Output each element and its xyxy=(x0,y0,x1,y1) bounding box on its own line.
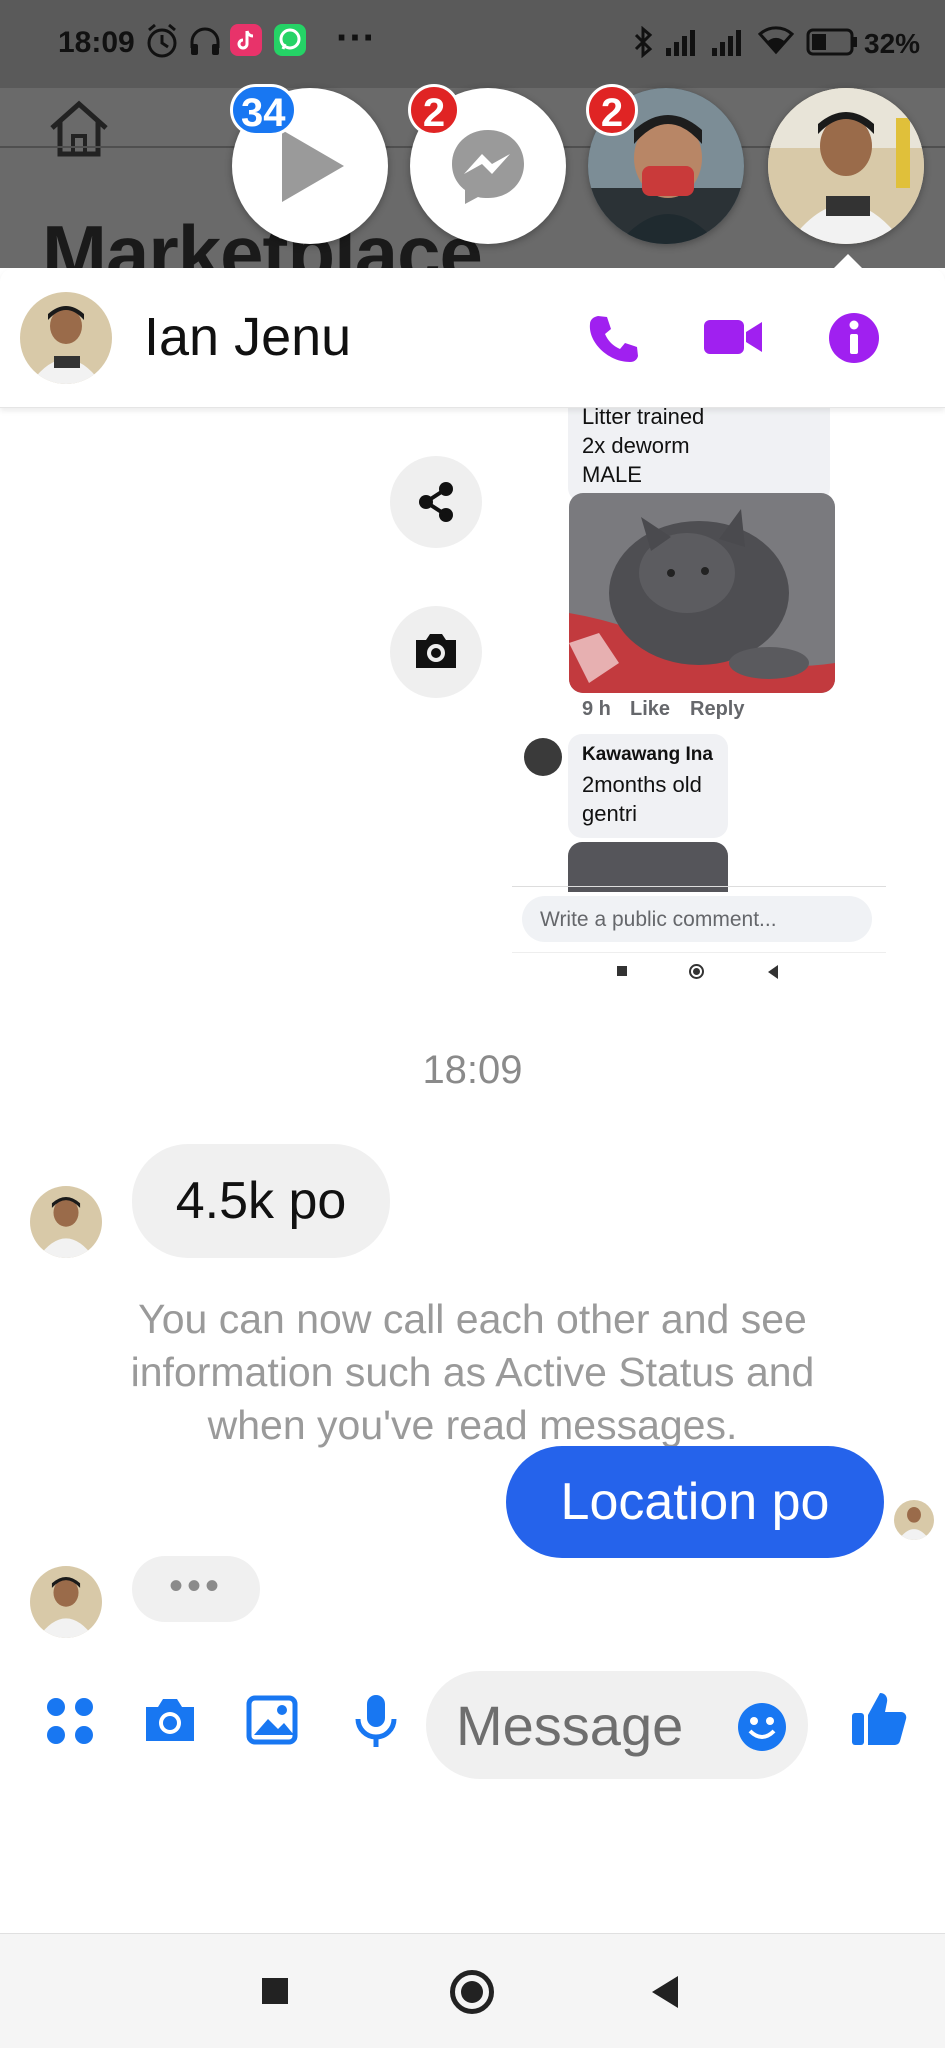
chathead-pointer xyxy=(832,254,864,270)
message-input[interactable]: Message xyxy=(426,1671,808,1779)
active-chathead[interactable] xyxy=(768,88,924,244)
comment-line: gentri xyxy=(582,801,638,826)
wifi-icon xyxy=(757,24,795,61)
post-line: MALE xyxy=(582,462,642,487)
back-icon xyxy=(768,965,778,979)
shared-screenshot-message[interactable]: Litter trained 2x deworm MALE 9 h Like R… xyxy=(0,408,945,1008)
chat-window: Ian Jenu Litter trained 2x deworm MALE 9… xyxy=(0,268,945,1933)
system-notice: You can now call each other and see info… xyxy=(130,1296,815,1448)
contact-name[interactable]: Ian Jenu xyxy=(144,306,351,368)
signal-icon-2 xyxy=(710,26,750,63)
thumbs-up-icon[interactable] xyxy=(850,1689,908,1752)
like-link: Like xyxy=(630,698,671,720)
recents-button[interactable] xyxy=(262,1978,288,2004)
bluetooth-icon xyxy=(632,25,656,63)
battery-icon xyxy=(806,28,860,61)
contact-photo xyxy=(30,1186,102,1258)
phone-icon[interactable] xyxy=(586,312,638,369)
incoming-message[interactable]: 4.5k po xyxy=(132,1144,390,1258)
home-icon xyxy=(46,98,112,165)
contact-avatar[interactable] xyxy=(20,292,112,384)
chathead-badge: 2 xyxy=(586,84,638,136)
home-button[interactable] xyxy=(450,1970,494,2014)
home-button-icon xyxy=(689,964,704,979)
comment-line: 2months old xyxy=(582,772,702,797)
contact-photo xyxy=(20,292,112,384)
camera-icon xyxy=(412,630,460,675)
comment-author: Kawawang Ina xyxy=(582,744,713,765)
kitten-photo xyxy=(569,493,835,693)
info-icon[interactable] xyxy=(828,312,880,369)
system-nav-bar xyxy=(0,1933,945,2048)
gallery-icon[interactable] xyxy=(246,1695,298,1750)
status-bar: 18:09 ··· 32% xyxy=(0,0,945,88)
recents-icon xyxy=(617,966,627,976)
comment-placeholder: Write a public comment... xyxy=(540,908,777,931)
share-icon xyxy=(414,480,458,529)
screenshot-image: Litter trained 2x deworm MALE 9 h Like R… xyxy=(512,408,886,1008)
chathead-badge: 34 xyxy=(230,84,297,136)
composer-bar: Message xyxy=(0,1653,945,1791)
sender-avatar[interactable] xyxy=(30,1186,102,1258)
camera-icon[interactable] xyxy=(142,1695,198,1750)
camera-action-button[interactable] xyxy=(390,606,482,698)
video-call-icon[interactable] xyxy=(702,314,764,365)
contact-photo xyxy=(894,1500,934,1540)
messenger-icon xyxy=(448,126,528,211)
reply-link: Reply xyxy=(690,698,745,720)
play-icon xyxy=(274,126,350,211)
post-line: 2x deworm xyxy=(582,433,690,458)
more-apps-icon[interactable] xyxy=(46,1697,94,1750)
outgoing-message[interactable]: Location po xyxy=(506,1446,884,1558)
post-line: Litter trained xyxy=(582,408,705,429)
typing-avatar xyxy=(30,1566,102,1638)
alarm-icon xyxy=(145,22,179,65)
status-time: 18:09 xyxy=(58,26,135,59)
commenter-avatar xyxy=(524,738,562,776)
comment-photo xyxy=(568,842,728,892)
read-receipt-avatar xyxy=(894,1500,934,1540)
typing-indicator: ••• xyxy=(132,1556,260,1622)
tiktok-icon xyxy=(230,24,262,56)
post-time: 9 h xyxy=(582,698,611,720)
signal-icon-1 xyxy=(664,26,704,63)
message-timestamp: 18:09 xyxy=(422,1048,523,1092)
message-placeholder: Message xyxy=(456,1694,684,1757)
chathead-badge: 2 xyxy=(408,84,460,136)
whatsapp-icon xyxy=(274,24,306,56)
headphones-icon xyxy=(188,24,222,63)
share-button[interactable] xyxy=(390,456,482,548)
more-notifications: ··· xyxy=(336,16,376,60)
contact-photo xyxy=(30,1566,102,1638)
microphone-icon[interactable] xyxy=(354,1693,398,1754)
contact-photo xyxy=(768,88,924,244)
emoji-icon[interactable] xyxy=(736,1701,788,1758)
battery-percent: 32% xyxy=(864,28,921,59)
back-button[interactable] xyxy=(652,1976,678,2008)
chat-header: Ian Jenu xyxy=(0,268,945,408)
